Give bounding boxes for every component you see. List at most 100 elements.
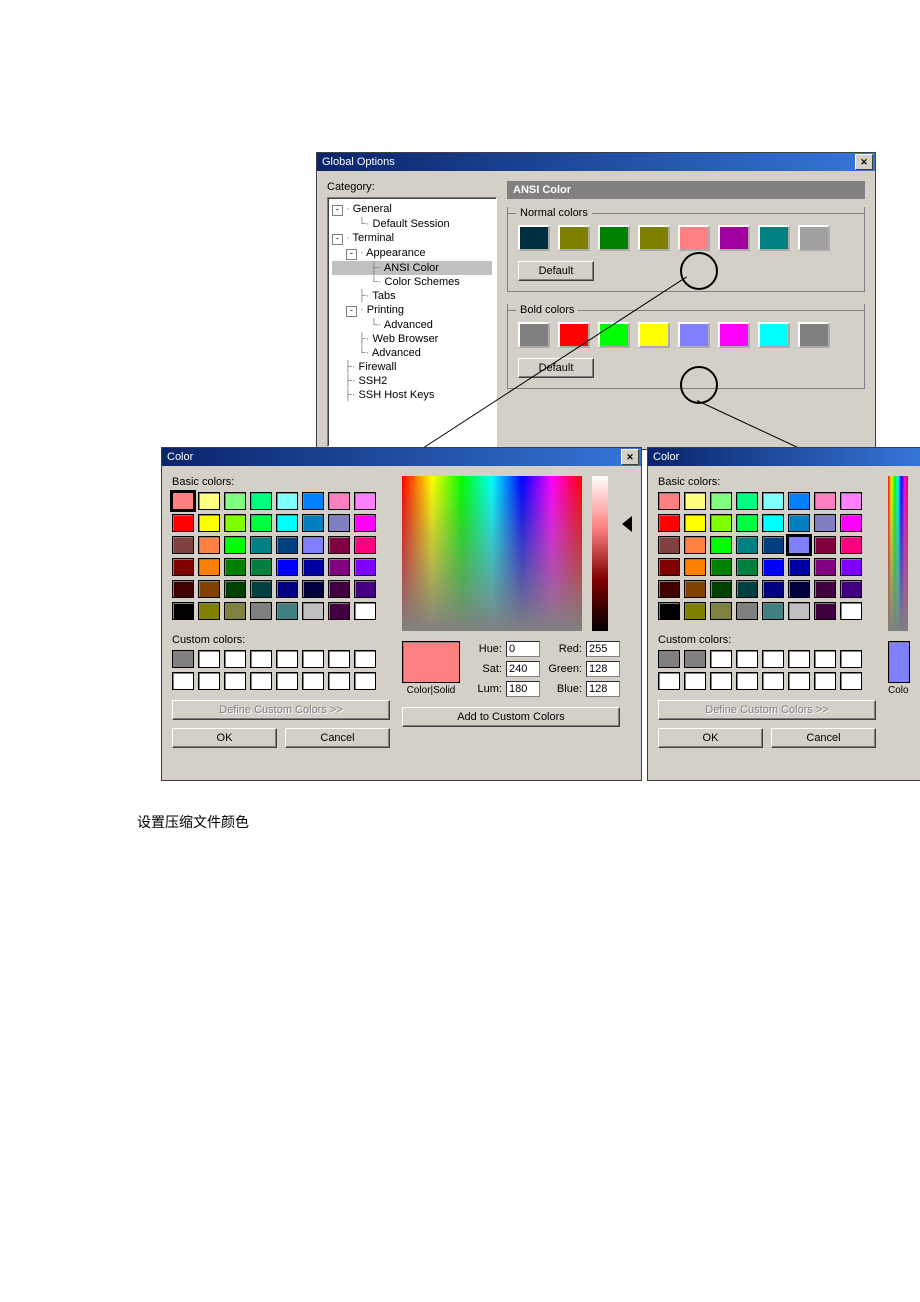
custom-color-slot[interactable]	[354, 650, 376, 668]
custom-color-slot[interactable]	[224, 650, 246, 668]
basic-color-swatch[interactable]	[736, 536, 758, 554]
tree-advanced2[interactable]: └· Advanced	[332, 346, 492, 360]
basic-color-swatch[interactable]	[224, 558, 246, 576]
basic-color-swatch[interactable]	[710, 492, 732, 510]
basic-color-swatch[interactable]	[224, 536, 246, 554]
basic-color-swatch[interactable]	[762, 602, 784, 620]
color-swatch[interactable]	[518, 225, 550, 251]
basic-color-swatch[interactable]	[354, 558, 376, 576]
custom-color-slot[interactable]	[658, 672, 680, 690]
basic-color-swatch[interactable]	[658, 558, 680, 576]
basic-color-swatch[interactable]	[658, 602, 680, 620]
basic-color-swatch[interactable]	[684, 558, 706, 576]
basic-color-swatch[interactable]	[328, 514, 350, 532]
basic-color-swatch[interactable]	[302, 558, 324, 576]
basic-color-swatch[interactable]	[736, 492, 758, 510]
basic-color-swatch[interactable]	[302, 492, 324, 510]
basic-color-swatch[interactable]	[814, 558, 836, 576]
define-custom-button[interactable]: Define Custom Colors >>	[172, 700, 390, 720]
custom-color-slot[interactable]	[172, 650, 194, 668]
basic-color-swatch[interactable]	[354, 492, 376, 510]
basic-color-swatch[interactable]	[736, 580, 758, 598]
color-swatch[interactable]	[758, 225, 790, 251]
custom-color-slot[interactable]	[276, 650, 298, 668]
basic-color-swatch[interactable]	[840, 492, 862, 510]
ok-button[interactable]: OK	[172, 728, 277, 748]
basic-color-swatch[interactable]	[250, 580, 272, 598]
basic-color-swatch[interactable]	[198, 514, 220, 532]
custom-color-slot[interactable]	[276, 672, 298, 690]
basic-color-swatch[interactable]	[736, 602, 758, 620]
basic-color-swatch[interactable]	[172, 580, 194, 598]
color-swatch[interactable]	[558, 322, 590, 348]
ok-button[interactable]: OK	[658, 728, 763, 748]
basic-color-swatch[interactable]	[788, 580, 810, 598]
basic-color-swatch[interactable]	[276, 492, 298, 510]
custom-color-slot[interactable]	[814, 650, 836, 668]
basic-color-swatch[interactable]	[684, 514, 706, 532]
basic-color-swatch[interactable]	[736, 514, 758, 532]
basic-color-swatch[interactable]	[354, 536, 376, 554]
custom-color-slot[interactable]	[328, 650, 350, 668]
custom-color-slot[interactable]	[198, 650, 220, 668]
basic-color-swatch[interactable]	[788, 602, 810, 620]
basic-color-swatch[interactable]	[762, 492, 784, 510]
custom-color-slot[interactable]	[788, 672, 810, 690]
tree-default-session[interactable]: └· Default Session	[332, 217, 492, 231]
tree-ansi-color[interactable]: ├· ANSI Color	[332, 261, 492, 275]
tree-appearance[interactable]: -· Appearance	[332, 246, 492, 261]
custom-color-slot[interactable]	[354, 672, 376, 690]
basic-color-swatch[interactable]	[224, 492, 246, 510]
color-swatch[interactable]	[758, 322, 790, 348]
green-input[interactable]	[586, 661, 620, 677]
custom-color-slot[interactable]	[840, 650, 862, 668]
color-swatch[interactable]	[518, 322, 550, 348]
color-swatch[interactable]	[598, 322, 630, 348]
tree-web-browser[interactable]: ├· Web Browser	[332, 332, 492, 346]
basic-color-swatch[interactable]	[814, 492, 836, 510]
custom-color-slot[interactable]	[684, 672, 706, 690]
basic-color-swatch[interactable]	[354, 602, 376, 620]
tree-general[interactable]: -· General	[332, 202, 492, 217]
basic-color-swatch[interactable]	[814, 580, 836, 598]
basic-color-swatch[interactable]	[710, 514, 732, 532]
basic-color-swatch[interactable]	[198, 536, 220, 554]
basic-color-swatch[interactable]	[710, 580, 732, 598]
basic-color-swatch[interactable]	[684, 580, 706, 598]
tree-terminal[interactable]: -· Terminal	[332, 231, 492, 246]
custom-color-slot[interactable]	[658, 650, 680, 668]
basic-color-swatch[interactable]	[198, 558, 220, 576]
basic-color-swatch[interactable]	[198, 602, 220, 620]
basic-color-swatch[interactable]	[276, 580, 298, 598]
basic-color-swatch[interactable]	[840, 580, 862, 598]
basic-color-swatch[interactable]	[762, 536, 784, 554]
custom-color-slot[interactable]	[684, 650, 706, 668]
basic-color-swatch[interactable]	[276, 558, 298, 576]
custom-color-slot[interactable]	[736, 672, 758, 690]
custom-color-slot[interactable]	[224, 672, 246, 690]
basic-color-swatch[interactable]	[840, 514, 862, 532]
custom-color-slot[interactable]	[762, 672, 784, 690]
basic-color-swatch[interactable]	[250, 492, 272, 510]
custom-color-slot[interactable]	[328, 672, 350, 690]
sat-input[interactable]	[506, 661, 540, 677]
basic-color-swatch[interactable]	[762, 514, 784, 532]
basic-color-swatch[interactable]	[658, 580, 680, 598]
color-swatch[interactable]	[598, 225, 630, 251]
hue-input[interactable]	[506, 641, 540, 657]
basic-color-swatch[interactable]	[840, 602, 862, 620]
basic-color-swatch[interactable]	[224, 602, 246, 620]
basic-color-swatch[interactable]	[658, 536, 680, 554]
color-swatch[interactable]	[798, 322, 830, 348]
basic-color-swatch[interactable]	[328, 492, 350, 510]
basic-color-swatch[interactable]	[658, 514, 680, 532]
basic-color-swatch[interactable]	[328, 602, 350, 620]
blue-input[interactable]	[586, 681, 620, 697]
custom-color-slot[interactable]	[172, 672, 194, 690]
luminosity-arrow[interactable]	[622, 516, 632, 532]
bold-default-button[interactable]: Default	[518, 358, 594, 378]
basic-color-swatch[interactable]	[276, 536, 298, 554]
basic-color-swatch[interactable]	[658, 492, 680, 510]
basic-color-swatch[interactable]	[684, 602, 706, 620]
tree-tabs[interactable]: ├· Tabs	[332, 289, 492, 303]
